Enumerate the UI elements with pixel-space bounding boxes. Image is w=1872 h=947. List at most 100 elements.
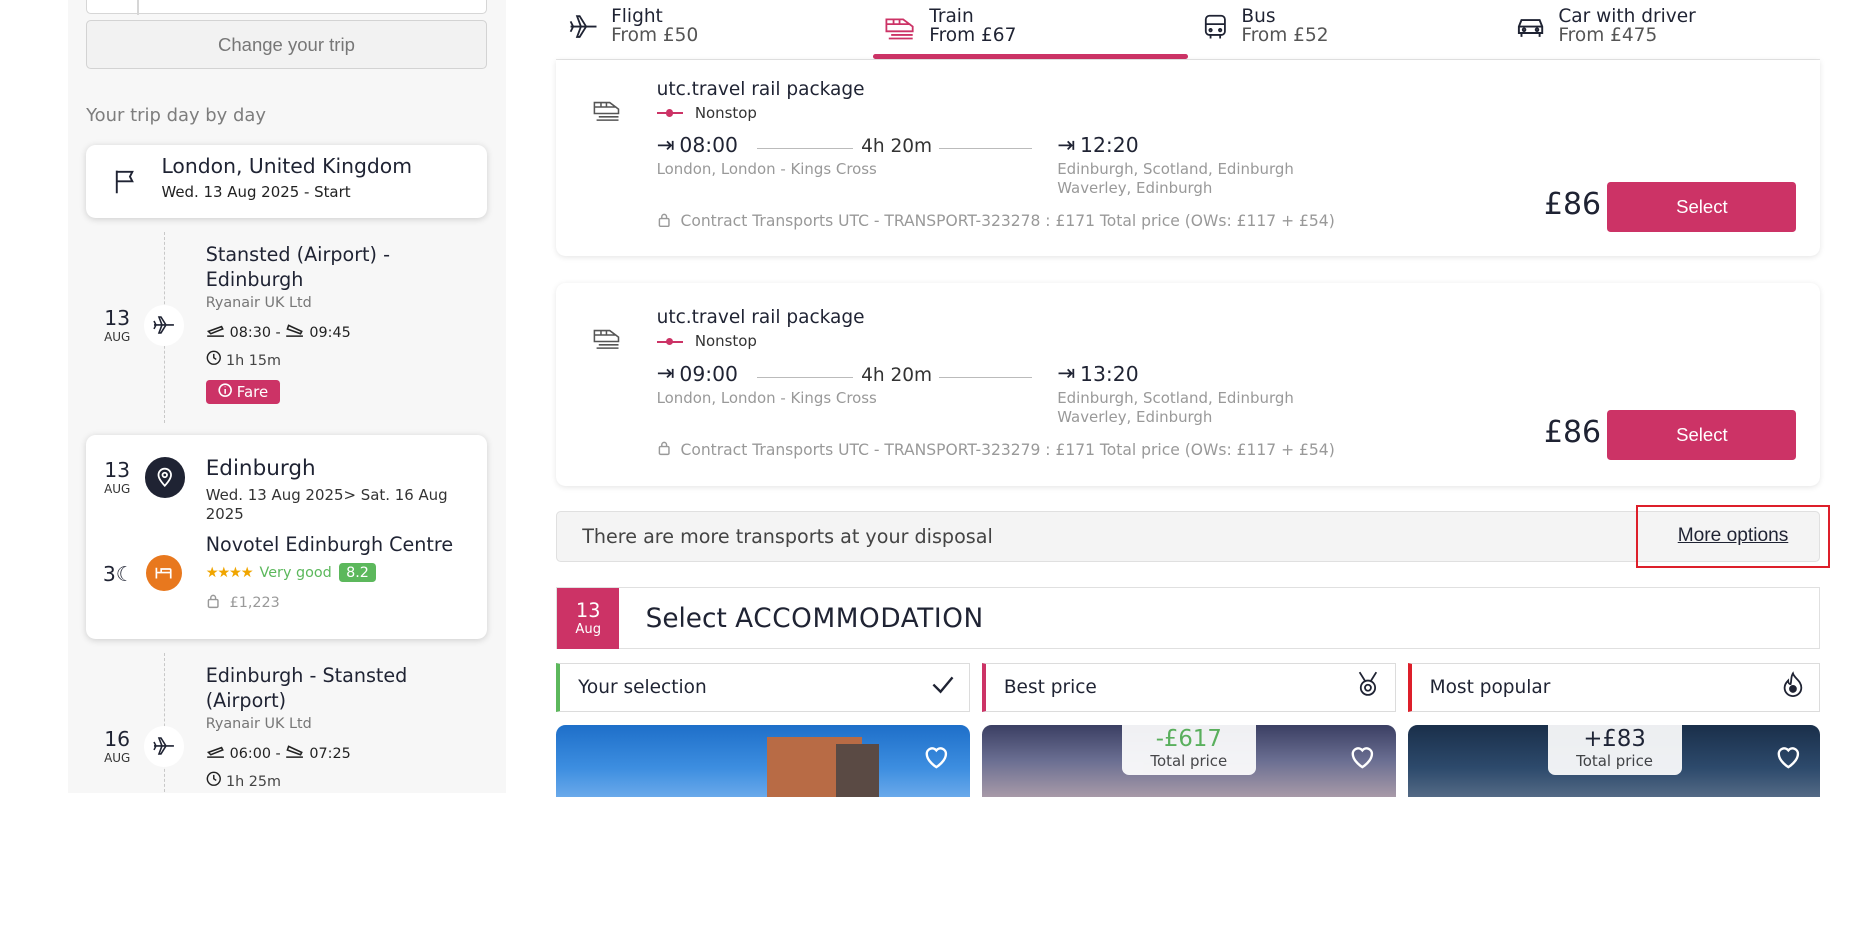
flight-back-duration: 1h 25m bbox=[206, 771, 281, 793]
moon-icon: ☾ bbox=[115, 562, 135, 587]
offer-title: utc.travel rail package bbox=[656, 307, 865, 329]
star-rating: ★★★★ bbox=[205, 564, 254, 581]
contract-info: Contract Transports UTC - TRANSPORT-3232… bbox=[657, 440, 1335, 460]
arrive-time: ⇥ 12:20 bbox=[1057, 132, 1139, 158]
flight-out-route[interactable]: Stansted (Airport) - Edinburgh bbox=[206, 242, 445, 292]
arrive-icon: ⇥ bbox=[1057, 361, 1076, 387]
hotel-rating: ★★★★ Very good 8.2 bbox=[205, 563, 377, 582]
search-field-stub[interactable] bbox=[86, 0, 487, 16]
offer-price: £86 bbox=[1544, 186, 1602, 222]
plane-icon bbox=[568, 11, 599, 47]
flight-out-duration: 1h 15m bbox=[206, 350, 281, 372]
clock-icon bbox=[206, 350, 222, 372]
trip-duration: 4h 20m bbox=[861, 364, 933, 386]
timeline-line bbox=[163, 653, 165, 793]
stay-date: 13 AUG bbox=[104, 458, 131, 496]
hotel-card-image[interactable]: -£617 Total price bbox=[981, 724, 1396, 797]
landing-icon bbox=[285, 323, 304, 343]
stay-city: Edinburgh bbox=[205, 455, 316, 481]
stay-card[interactable]: 13 AUG Edinburgh Wed. 13 Aug 2025> Sat. … bbox=[86, 435, 487, 639]
lock-icon bbox=[657, 212, 671, 232]
price-delta-badge: +£83 Total price bbox=[1547, 724, 1682, 775]
clock-icon bbox=[206, 771, 222, 793]
favorite-heart-icon[interactable] bbox=[1348, 742, 1377, 771]
flight-out-times: 08:30 - 09:45 bbox=[206, 323, 351, 343]
favorite-heart-icon[interactable] bbox=[1774, 742, 1803, 771]
plane-icon bbox=[143, 725, 185, 767]
contract-info: Contract Transports UTC - TRANSPORT-3232… bbox=[657, 212, 1335, 232]
hotel-card-image[interactable] bbox=[556, 724, 970, 797]
offer-stops: Nonstop bbox=[656, 104, 757, 122]
hotel-price: £1,223 bbox=[206, 593, 280, 615]
arrive-station: Edinburgh, Scotland, Edinburgh Waverley, … bbox=[1057, 388, 1294, 426]
accommodation-title: Select ACCOMMODATION bbox=[645, 603, 984, 634]
change-trip-button[interactable]: Change your trip bbox=[86, 20, 487, 70]
hotel-name[interactable]: Novotel Edinburgh Centre bbox=[206, 532, 453, 557]
lock-icon bbox=[657, 440, 671, 460]
flight-back-date: 16 AUG bbox=[104, 727, 131, 766]
more-transports-text: There are more transports at your dispos… bbox=[582, 524, 993, 548]
tab-bus[interactable]: Bus From £52 bbox=[1201, 7, 1329, 60]
bed-icon bbox=[145, 554, 182, 591]
offer-title: utc.travel rail package bbox=[656, 78, 865, 100]
info-icon bbox=[218, 383, 232, 401]
transport-tabs: Flight From £50 Train From £67 Bus From £52… bbox=[556, 0, 1821, 60]
more-transports-bar: There are more transports at your dispos… bbox=[556, 510, 1821, 563]
plane-icon bbox=[143, 304, 185, 346]
trip-section-title: Your trip day by day bbox=[86, 105, 266, 127]
depart-time: ⇥ 09:00 bbox=[656, 361, 738, 387]
trip-sidebar: Change your trip Your trip day by day Lo… bbox=[68, 0, 506, 793]
medal-icon bbox=[1356, 671, 1380, 702]
trip-duration: 4h 20m bbox=[861, 136, 933, 158]
price-delta-badge: -£617 Total price bbox=[1121, 724, 1256, 775]
train-icon bbox=[884, 11, 917, 47]
select-button[interactable]: Select bbox=[1607, 181, 1797, 232]
accommodation-date: 13 Aug bbox=[557, 588, 620, 650]
bus-icon bbox=[1201, 11, 1230, 47]
train-icon bbox=[592, 324, 623, 355]
arrive-icon: ⇥ bbox=[1057, 132, 1076, 158]
rating-text: Very good bbox=[259, 564, 332, 581]
train-icon bbox=[592, 96, 623, 127]
accommodation-header: 13 Aug Select ACCOMMODATION bbox=[556, 587, 1821, 650]
flight-back-carrier: Ryanair UK Ltd bbox=[205, 716, 312, 733]
trip-start-card[interactable]: London, United Kingdom Wed. 13 Aug 2025 … bbox=[86, 144, 487, 218]
fare-button[interactable]: Fare bbox=[205, 380, 281, 404]
favorite-heart-icon[interactable] bbox=[922, 742, 951, 771]
filter-your-selection[interactable]: Your selection bbox=[556, 662, 970, 712]
active-tab-indicator bbox=[873, 53, 1188, 59]
tab-train[interactable]: Train From £67 bbox=[884, 7, 1016, 60]
flight-out-date: 13 AUG bbox=[104, 306, 131, 345]
hotel-card-image[interactable]: +£83 Total price bbox=[1407, 724, 1821, 797]
arrive-time: ⇥ 13:20 bbox=[1057, 361, 1139, 387]
depart-icon: ⇥ bbox=[656, 132, 675, 158]
landing-icon bbox=[285, 744, 304, 764]
lock-icon bbox=[206, 593, 220, 615]
arrive-station: Edinburgh, Scotland, Edinburgh Waverley, … bbox=[1057, 160, 1294, 198]
location-pin-icon bbox=[144, 456, 186, 498]
offer-stops: Nonstop bbox=[656, 332, 757, 350]
takeoff-icon bbox=[206, 744, 225, 764]
tab-car-with-driver[interactable]: Car with driver From £475 bbox=[1515, 7, 1696, 60]
tab-flight[interactable]: Flight From £50 bbox=[568, 7, 698, 60]
flight-back-route[interactable]: Edinburgh - Stansted (Airport) bbox=[206, 663, 445, 713]
stay-dates: Wed. 13 Aug 2025> Sat. 16 Aug 2025 bbox=[205, 485, 448, 523]
flag-icon bbox=[112, 167, 141, 201]
filter-best-price[interactable]: Best price bbox=[981, 662, 1396, 712]
offer-price: £86 bbox=[1544, 414, 1602, 450]
depart-station: London, London - Kings Cross bbox=[656, 388, 877, 407]
transport-offer: utc.travel rail package Nonstop ⇥ 08:00 L… bbox=[556, 59, 1821, 256]
start-date: Wed. 13 Aug 2025 - Start bbox=[161, 182, 351, 201]
takeoff-icon bbox=[206, 323, 225, 343]
more-options-button[interactable]: More options bbox=[1636, 504, 1830, 569]
flight-out-carrier: Ryanair UK Ltd bbox=[205, 295, 312, 312]
depart-icon: ⇥ bbox=[656, 361, 675, 387]
filter-most-popular[interactable]: Most popular bbox=[1407, 662, 1821, 712]
select-button[interactable]: Select bbox=[1607, 410, 1797, 461]
check-icon bbox=[931, 675, 955, 699]
depart-station: London, London - Kings Cross bbox=[656, 160, 877, 179]
score-badge: 8.2 bbox=[338, 563, 377, 582]
nights-count: 3☾ bbox=[102, 562, 135, 587]
start-city: London, United Kingdom bbox=[161, 154, 413, 179]
depart-time: ⇥ 08:00 bbox=[656, 132, 738, 158]
